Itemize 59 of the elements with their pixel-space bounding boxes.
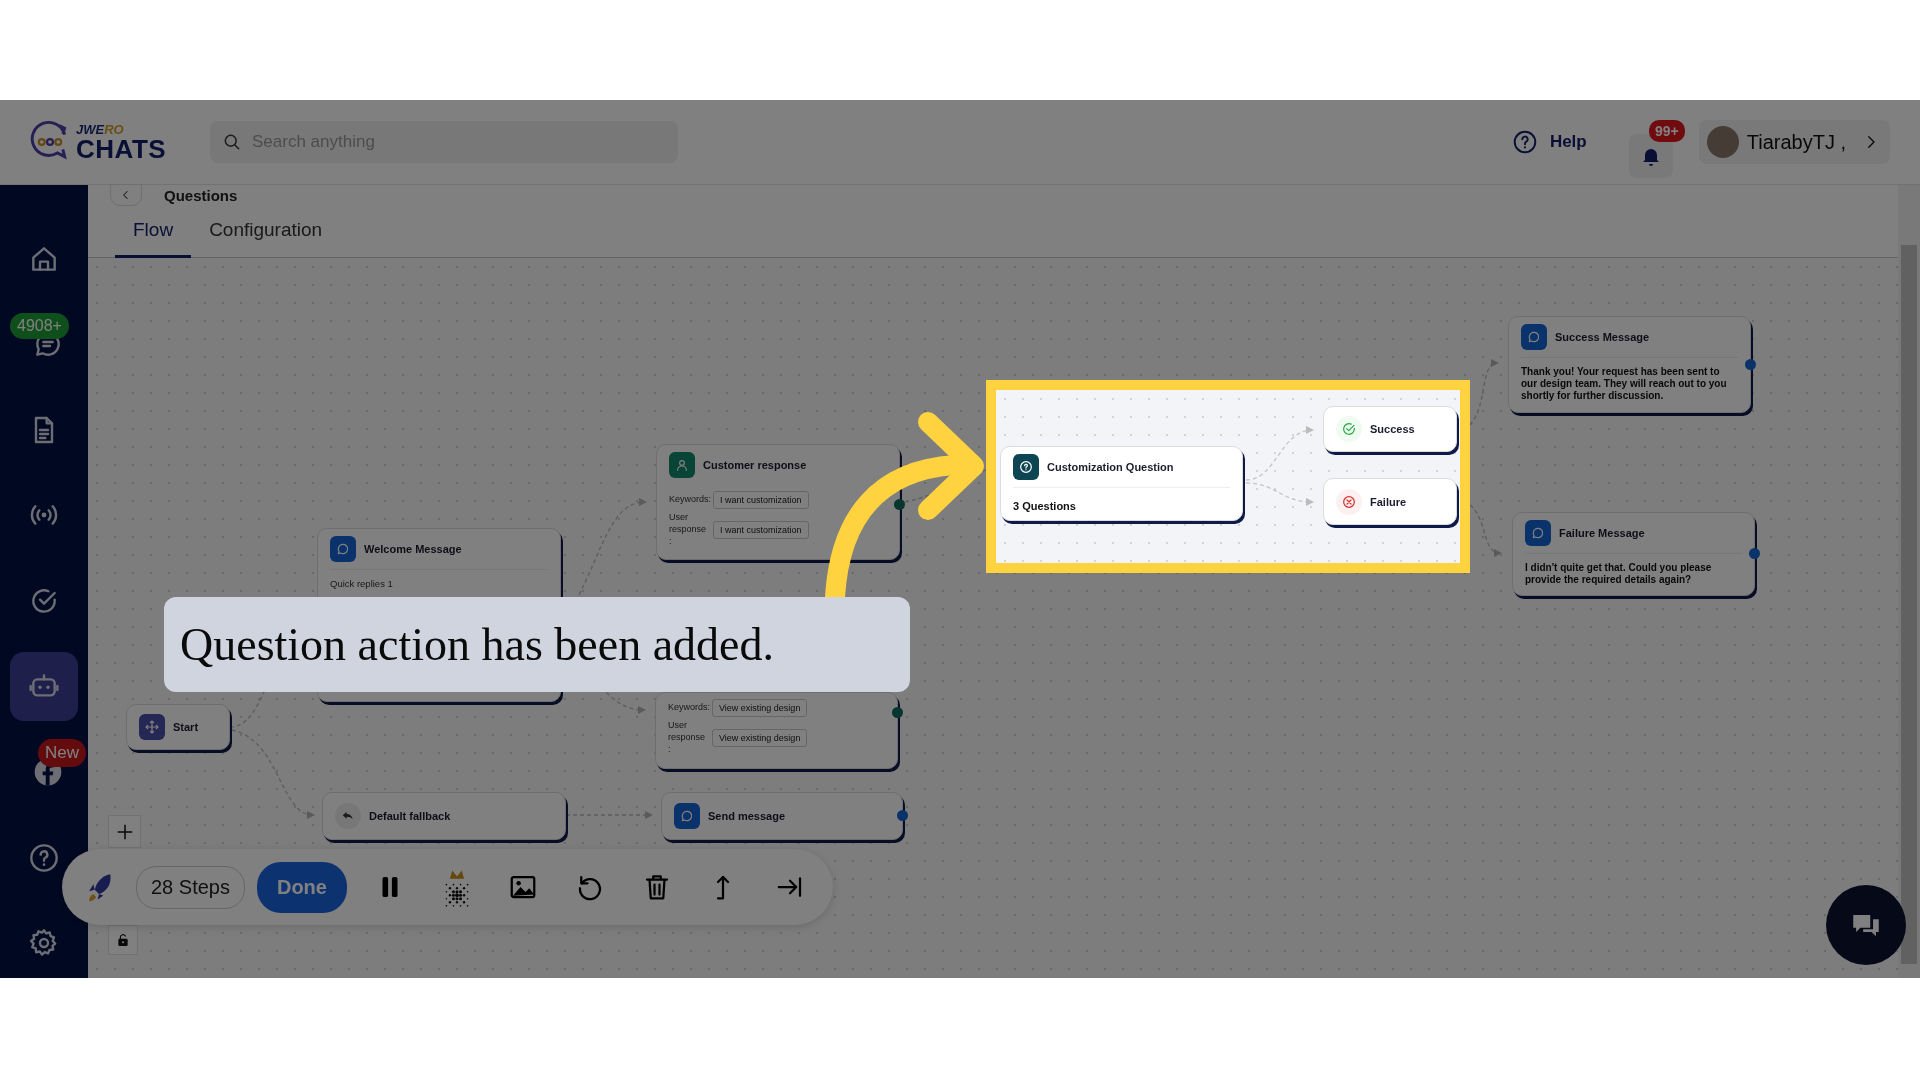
avatar-placeholder: [1706, 126, 1739, 158]
question-icon: [1013, 454, 1039, 480]
node-title: Customization Question: [1047, 461, 1174, 473]
node-title: Send message: [708, 810, 786, 822]
node-title: Welcome Message: [364, 543, 462, 555]
sidebar-item[interactable]: [10, 651, 78, 722]
connector-handle: [894, 499, 905, 510]
connector-handle: [892, 707, 903, 718]
node-title: Customer response: [703, 459, 807, 471]
node-title: Success Message: [1555, 331, 1650, 343]
done-button[interactable]: Done: [256, 861, 347, 913]
node-text: I didn't quite get that. Could you please provide the required details again?: [1525, 561, 1713, 586]
chat-bubble-icon: [674, 803, 700, 829]
chat-bubble-icon: [330, 536, 356, 562]
chat-bubble-icon: [1525, 520, 1551, 546]
node-title: Default fallback: [369, 810, 451, 822]
field-label: User response :: [669, 512, 707, 548]
logo-wordmark: CHATS: [76, 135, 167, 162]
node-text: Thank you! Your request has been sent to our design team. They will reach out to you shortly for further discussion.: [1521, 365, 1728, 402]
caption-text: Question action has been added.: [164, 597, 910, 692]
help-icon: [1511, 129, 1538, 155]
lock-icon: [115, 932, 131, 948]
node-title: Start: [173, 721, 199, 733]
chat-bubble-icon: [1521, 324, 1547, 350]
node-title: Failure Message: [1559, 527, 1645, 539]
sidebar-item[interactable]: New: [10, 737, 86, 807]
node-title: Failure: [1370, 495, 1407, 508]
connector-line: [1469, 504, 1502, 556]
connector-line: [1469, 360, 1499, 426]
check-circle-icon: [1336, 416, 1362, 442]
connector-handle: [1749, 548, 1760, 559]
user-menu-button[interactable]: TiarabyTJ ,: [1698, 120, 1890, 164]
field-label: User response :: [668, 720, 706, 756]
count-badge: New: [38, 739, 86, 768]
page-title: Questions: [164, 186, 238, 204]
person-icon: [669, 452, 695, 478]
help-icon: [28, 841, 60, 874]
zoom-in-button[interactable]: [108, 815, 141, 848]
x-circle-icon: [1336, 488, 1362, 515]
logo-wordmark-top: JWERO: [76, 122, 124, 136]
tab[interactable]: Configuration: [191, 219, 341, 258]
notification-count-badge: 99+: [1648, 120, 1685, 142]
move-icon: [139, 714, 165, 740]
count-badge: 4908+: [10, 312, 69, 339]
search-icon: [222, 132, 242, 152]
keyword-chip: View existing design: [712, 699, 808, 717]
keyword-chip: I want customization: [713, 491, 809, 509]
sidebar-item[interactable]: 4908+: [10, 309, 86, 380]
keyword-chip: View existing design: [712, 729, 808, 747]
node-text: 3 Questions: [1013, 499, 1077, 514]
connector-handle: [897, 810, 908, 821]
node-title: Success: [1370, 423, 1415, 435]
help-button[interactable]: Help: [1503, 129, 1595, 155]
connector-handle: [1745, 358, 1756, 370]
scrollbar[interactable]: [1898, 185, 1920, 978]
node-subtitle: Quick replies 1: [330, 577, 394, 589]
lock-button[interactable]: [108, 925, 138, 955]
keyword-chip: I want customization: [713, 521, 809, 539]
step-count: 28 Steps: [136, 865, 245, 909]
